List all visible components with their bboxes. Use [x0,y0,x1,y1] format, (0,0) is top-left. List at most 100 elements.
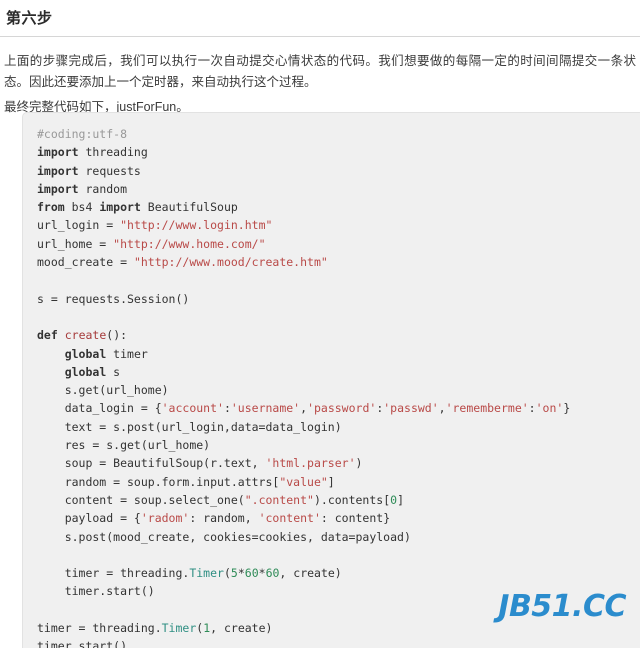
code-token-keyword: import [37,163,79,178]
code-token-plain: : [223,401,231,416]
code-token-keyword: import [99,200,141,215]
code-token-string: 'content' [258,511,321,526]
code-token-string: "http://www.login.htm" [120,218,273,233]
code-content[interactable]: #coding:utf-8 import threading import requ… [23,113,640,648]
code-line: payload = {'radom': random, 'content': c… [37,509,640,527]
code-token-keyword: global [64,346,107,361]
code-token-plain: ( [223,566,231,581]
code-token-plain: (): [106,328,128,343]
code-block: #coding:utf-8 import threading import requ… [22,112,640,648]
code-token-keyword: import [37,145,79,160]
article-page: 第六步 上面的步骤完成后，我们可以执行一次自动提交心情状态的代码。我们想要做的每… [0,0,640,648]
code-token-plain: * [258,566,266,581]
code-token-plain: s [106,364,121,379]
code-token-keyword: import [37,181,79,196]
code-token-plain: timer = threading. [37,621,162,636]
code-token-plain: text = s.post(url_login,data=data_login) [37,419,342,434]
code-token-plain: ] [397,492,405,507]
code-line: res = s.get(url_home) [37,436,640,454]
code-line: soup = BeautifulSoup(r.text, 'html.parse… [37,454,640,472]
code-token-keyword: def [37,328,58,343]
code-line: data_login = {'account':'username','pass… [37,399,640,417]
code-token-plain: ).contents[ [313,492,391,507]
code-token-number: 60 [265,566,280,581]
code-token-class: Timer [189,566,224,581]
article-paragraph-1: 上面的步骤完成后，我们可以执行一次自动提交心情状态的代码。我们想要做的每隔一定的… [4,54,636,89]
code-token-string: 'password' [307,401,377,416]
code-token-function: create [64,328,107,343]
code-token-plain: threading [78,145,148,160]
code-token-string: 'radom' [140,511,190,526]
code-token-plain: ) [355,456,363,471]
code-token-plain: : random, [189,511,259,526]
article-body: 上面的步骤完成后，我们可以执行一次自动提交心情状态的代码。我们想要做的每隔一定的… [0,37,640,118]
code-line: s.get(url_home) [37,381,640,399]
code-token-comment: #coding:utf-8 [37,127,128,141]
code-line: from bs4 import BeautifulSoup [37,198,640,216]
code-token-plain: random [78,181,128,196]
code-token-keyword: from [37,200,65,215]
code-token-plain: s.get(url_home) [37,383,169,398]
code-token-plain: url_login = [37,218,121,233]
code-token-plain: timer = threading. [37,566,190,581]
code-token-string: 'on' [535,401,564,416]
code-token-plain: ] [327,474,335,489]
code-token-plain: } [563,401,571,416]
site-watermark: JB51.CC [498,589,626,624]
code-token-string: "http://www.mood/create.htm" [133,255,328,270]
code-line: mood_create = "http://www.mood/create.ht… [37,253,640,271]
code-token-plain: timer [106,346,148,361]
code-line: url_login = "http://www.login.htm" [37,216,640,234]
code-line: import requests [37,162,640,180]
code-token-number: 5 [230,566,238,581]
code-token-plain: mood_create = [37,255,134,270]
code-token-plain: content = soup.select_one( [37,492,245,507]
code-token-class: Timer [161,621,197,636]
code-token-plain: url_home = [37,236,114,251]
code-token-plain: bs4 [64,200,100,215]
code-token-string: 'passwd' [383,401,439,416]
code-token-plain: : content} [320,511,391,526]
code-token-plain: , create) [279,566,342,581]
code-token-plain: : [528,401,536,416]
page-title: 第六步 [6,10,53,27]
code-token-plain: res = s.get(url_home) [37,438,211,453]
code-token-string: 'rememberme' [445,401,529,416]
code-token-plain: soup = BeautifulSoup(r.text, [37,456,266,471]
code-line: timer.start() [37,637,640,648]
code-line: url_home = "http://www.home.com/" [37,235,640,253]
code-token-plain: payload = { [37,511,141,526]
code-token-plain: , create) [210,621,273,636]
code-token-string: 'html.parser' [265,456,356,471]
code-token-plain: requests [78,163,141,178]
code-line: timer = threading.Timer(5*60*60, create) [37,564,640,582]
code-token-string: 'account' [161,401,224,416]
code-token-plain: * [237,566,245,581]
code-line: global timer [37,345,640,363]
code-token-plain: s.post(mood_create, cookies=cookies, dat… [37,529,411,544]
code-token-plain: s = requests.Session() [37,291,190,306]
code-token-string: "value" [279,474,328,489]
code-token-plain: timer.start() [37,584,155,599]
code-token-plain: data_login = { [37,401,162,416]
code-token-keyword: global [64,364,107,379]
code-line: content = soup.select_one(".content").co… [37,491,640,509]
code-line: #coding:utf-8 [37,125,640,143]
code-line: s.post(mood_create, cookies=cookies, dat… [37,528,640,546]
code-line: s = requests.Session() [37,290,640,308]
code-token-plain: random = soup.form.input.attrs[ [37,474,280,489]
code-line: import threading [37,143,640,161]
code-token-plain: , [438,401,446,416]
code-token-string: ".content" [244,492,314,507]
code-line: global s [37,363,640,381]
code-line: import random [37,180,640,198]
code-token-string: "http://www.home.com/" [113,236,266,251]
code-token-number: 60 [244,566,259,581]
code-token-plain: BeautifulSoup [140,200,238,215]
